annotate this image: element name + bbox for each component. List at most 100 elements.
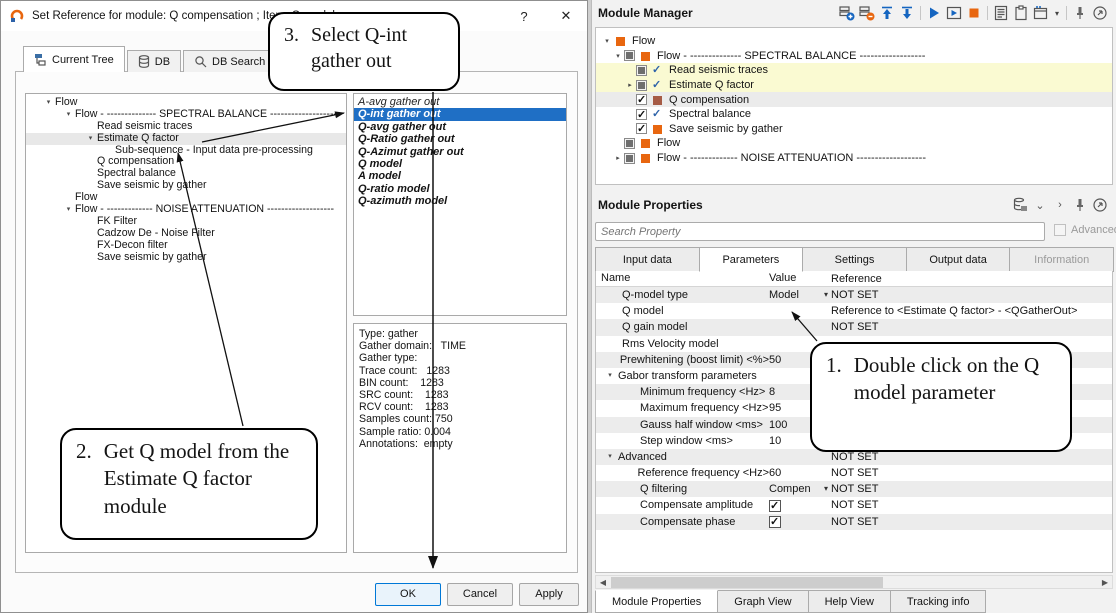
parameter-row[interactable]: Q-model type Model▾ NOT SET — [596, 287, 1112, 303]
gather-list-item[interactable]: Q-ratio model — [354, 183, 566, 195]
add-module-icon[interactable] — [837, 3, 857, 23]
module-tree-item[interactable]: ▸ ✓ Estimate Q factor — [596, 78, 1112, 93]
expand-arrow-icon[interactable]: ▾ — [601, 37, 613, 45]
remove-module-icon[interactable] — [857, 3, 877, 23]
tab-input-data[interactable]: Input data — [595, 247, 700, 272]
search-property-input[interactable] — [595, 222, 1045, 241]
expand-arrow-icon[interactable]: ▾ — [612, 52, 624, 60]
expand-arrow-icon[interactable]: ▸ — [624, 81, 636, 89]
parameter-row[interactable]: Q filtering Compen▾ NOT SET — [596, 481, 1112, 497]
module-checkbox[interactable] — [636, 94, 647, 105]
parameter-row[interactable]: Compensate amplitude NOT SET — [596, 497, 1112, 513]
expand-arrow-icon[interactable]: ▾ — [42, 97, 55, 109]
gather-list-item[interactable]: Q-Ratio gather out — [354, 133, 566, 145]
flow-tree-item[interactable]: Cadzow De - Noise Filter — [26, 228, 346, 240]
module-checkbox[interactable] — [636, 65, 647, 76]
gather-list-item[interactable]: Q-avg gather out — [354, 121, 566, 133]
module-tree-item[interactable]: ▾ Flow — [596, 34, 1112, 49]
module-tree-item[interactable]: Flow — [596, 136, 1112, 151]
parameter-value[interactable] — [769, 319, 831, 335]
parameter-row[interactable]: Q gain model NOT SET — [596, 319, 1112, 335]
run-icon[interactable] — [924, 3, 944, 23]
module-tree-item[interactable]: ✓ Read seismic traces — [596, 63, 1112, 78]
flow-tree-item[interactable]: Sub-sequence - Input data pre-processing — [26, 145, 346, 157]
module-tree-item[interactable]: ▾ Flow - -------------- SPECTRAL BALANCE… — [596, 49, 1112, 64]
parameter-row[interactable]: Compensate phase NOT SET — [596, 514, 1112, 530]
report-icon[interactable] — [991, 3, 1011, 23]
parameter-value[interactable]: Model▾ — [769, 287, 831, 303]
ok-button[interactable]: OK — [375, 583, 441, 606]
gather-list-item[interactable]: Q-azimuth model — [354, 195, 566, 207]
expand-arrow-icon[interactable]: ▸ — [612, 154, 624, 162]
module-checkbox[interactable] — [624, 138, 635, 149]
module-checkbox[interactable] — [636, 80, 647, 91]
expand-arrow-icon[interactable]: ▾ — [62, 204, 75, 216]
parameter-value[interactable] — [769, 303, 831, 319]
run-selected-icon[interactable] — [944, 3, 964, 23]
pin-icon[interactable] — [1070, 195, 1090, 215]
close-icon[interactable]: ✕ — [545, 1, 587, 31]
parameter-value[interactable] — [769, 497, 831, 513]
cancel-button[interactable]: Cancel — [447, 583, 513, 606]
gather-list-item[interactable]: Q-Azimut gather out — [354, 146, 566, 158]
module-tree-item[interactable]: Q compensation — [596, 92, 1112, 107]
flow-tree-item[interactable]: Save seismic by gather — [26, 252, 346, 264]
module-tree-item[interactable]: ▸ Flow - ------------- NOISE ATTENUATION… — [596, 151, 1112, 166]
scroll-left-icon[interactable]: ◀ — [596, 578, 610, 587]
flow-tree-item-label: FX-Decon filter — [97, 240, 168, 252]
tab-graph-view[interactable]: Graph View — [717, 590, 808, 613]
tab-help-view[interactable]: Help View — [808, 590, 891, 613]
chevron-right-icon[interactable]: › — [1050, 195, 1070, 215]
tab-output-data[interactable]: Output data — [906, 247, 1011, 272]
horizontal-scrollbar[interactable]: ◀ ▶ — [595, 575, 1113, 589]
pin-icon[interactable] — [1070, 3, 1090, 23]
gather-list-item[interactable]: Q-int gather out — [354, 108, 566, 120]
module-checkbox[interactable] — [636, 123, 647, 134]
parameter-row[interactable]: Q model Reference to <Estimate Q factor>… — [596, 303, 1112, 319]
tab-settings[interactable]: Settings — [802, 247, 907, 272]
flow-tree-item[interactable]: Save seismic by gather — [26, 180, 346, 192]
expand-arrow-icon[interactable]: ▾ — [84, 133, 97, 145]
module-checkbox[interactable] — [636, 109, 647, 120]
expand-arrow-icon[interactable]: ▾ — [62, 109, 75, 121]
advanced-checkbox[interactable] — [1054, 224, 1066, 236]
flow-tree-item[interactable]: ▾ Flow - -------------- SPECTRAL BALANCE… — [26, 109, 346, 121]
parameter-value[interactable]: Compen▾ — [769, 481, 831, 497]
module-tree-item[interactable]: ✓ Spectral balance — [596, 107, 1112, 122]
parameter-value[interactable] — [769, 514, 831, 530]
tab-parameters[interactable]: Parameters — [699, 247, 804, 272]
tab-module-properties[interactable]: Module Properties — [595, 590, 718, 613]
move-bottom-icon[interactable] — [897, 3, 917, 23]
stop-icon[interactable] — [964, 3, 984, 23]
gather-list-item[interactable]: A-avg gather out — [354, 96, 566, 108]
flow-tree-item[interactable]: ▾ Estimate Q factor — [26, 133, 346, 145]
parameter-value[interactable]: 60 — [769, 465, 831, 481]
tab-db-search[interactable]: DB Search — [183, 50, 276, 72]
scrollbar-thumb[interactable] — [611, 577, 883, 588]
tab-db[interactable]: DB — [127, 50, 181, 72]
window-options-icon[interactable] — [1031, 3, 1051, 23]
float-icon[interactable] — [1090, 195, 1110, 215]
flow-tree-item[interactable]: FX-Decon filter — [26, 240, 346, 252]
move-top-icon[interactable] — [877, 3, 897, 23]
flow-tree-item[interactable]: Read seismic traces — [26, 121, 346, 133]
float-icon[interactable] — [1090, 3, 1110, 23]
tab-tracking-info[interactable]: Tracking info — [890, 590, 987, 613]
parameter-row[interactable]: Reference frequency <Hz> 60 NOT SET — [596, 465, 1112, 481]
scroll-right-icon[interactable]: ▶ — [1098, 578, 1112, 587]
apply-button[interactable]: Apply — [519, 583, 579, 606]
flow-tree-item[interactable]: Q compensation — [26, 156, 346, 168]
module-tree-item[interactable]: Save seismic by gather — [596, 122, 1112, 137]
module-checkbox[interactable] — [624, 50, 635, 61]
tab-current-tree[interactable]: Current Tree — [23, 46, 125, 72]
help-button[interactable]: ? — [503, 1, 545, 31]
module-checkbox[interactable] — [624, 153, 635, 164]
database-save-icon[interactable] — [1010, 195, 1030, 215]
chevron-down-icon[interactable]: ⌄ — [1030, 195, 1050, 215]
gather-list-item[interactable]: Q model — [354, 158, 566, 170]
gather-list-item[interactable]: A model — [354, 170, 566, 182]
flow-tree-item[interactable]: ▾ Flow - ------------- NOISE ATTENUATION… — [26, 204, 346, 216]
dropdown-caret-icon[interactable]: ▾ — [1051, 3, 1063, 23]
flow-tree-item[interactable]: FK Filter — [26, 216, 346, 228]
clipboard-icon[interactable] — [1011, 3, 1031, 23]
